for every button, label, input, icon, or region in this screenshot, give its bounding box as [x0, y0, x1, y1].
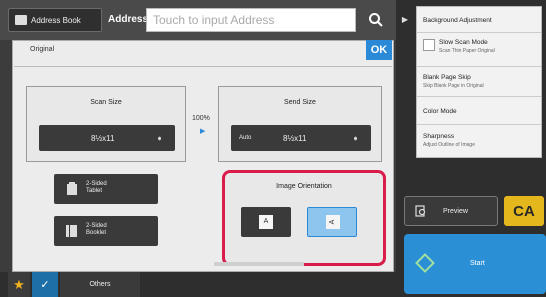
- divider: [14, 66, 392, 67]
- send-size-button[interactable]: Auto 8½x11 ➧: [231, 125, 371, 151]
- setting-background-adjustment[interactable]: Background Adjustment: [417, 7, 541, 33]
- settings-list: Background Adjustment Slow Scan Mode Sca…: [416, 6, 542, 158]
- send-size-auto-label: Auto: [239, 135, 252, 141]
- scan-size-panel: Scan Size 8½x11 ➧: [26, 86, 186, 162]
- two-sided-tablet-label: 2-Sided Tablet: [86, 181, 107, 195]
- address-input[interactable]: Touch to input Address: [146, 8, 356, 32]
- scan-size-button[interactable]: 8½x11 ➧: [39, 125, 175, 151]
- address-book-button[interactable]: Address Book: [8, 8, 102, 32]
- preview-button[interactable]: Preview: [404, 196, 498, 226]
- setting-label: Background Adjustment: [423, 17, 492, 24]
- start-icon: [415, 253, 435, 273]
- orientation-portrait-button[interactable]: A: [241, 207, 291, 237]
- address-label: Address: [108, 14, 149, 25]
- search-button[interactable]: [362, 6, 390, 34]
- preview-label: Preview: [443, 207, 468, 215]
- booklet-icon: [66, 225, 77, 237]
- setting-blank-page-skip[interactable]: Blank Page Skip Skip Blank Page in Origi…: [417, 67, 541, 97]
- search-icon: [369, 13, 383, 27]
- setting-sharpness[interactable]: Sharpness Adjust Outline of Image: [417, 125, 541, 157]
- scan-size-title: Scan Size: [90, 99, 122, 106]
- scroll-indicator: [214, 262, 304, 266]
- arrow-right-icon: ➧: [156, 133, 163, 143]
- setting-sublabel: Adjust Outline of Image: [423, 142, 475, 148]
- start-label: Start: [470, 260, 485, 267]
- arrow-right-icon: ➧: [352, 133, 359, 143]
- dialog-title: Original: [30, 46, 55, 53]
- orientation-landscape-icon: A: [326, 215, 340, 229]
- setting-label: Slow Scan Mode: [439, 39, 488, 46]
- setting-color-mode[interactable]: Color Mode: [417, 97, 541, 125]
- checkmark-icon[interactable]: ✓: [32, 272, 58, 297]
- start-button[interactable]: Start: [404, 234, 546, 294]
- others-button[interactable]: Others: [60, 272, 140, 297]
- setting-label: Sharpness: [423, 133, 455, 140]
- address-book-icon: [15, 15, 27, 25]
- ratio-arrow-icon: ▶: [200, 128, 206, 135]
- orientation-portrait-icon: A: [259, 215, 273, 229]
- preview-icon: [415, 205, 426, 217]
- send-size-title: Send Size: [284, 99, 316, 106]
- setting-sublabel: Skip Blank Page in Original: [423, 83, 484, 89]
- setting-label: Blank Page Skip: [423, 74, 471, 81]
- setting-slow-scan-mode[interactable]: Slow Scan Mode Scan Thin Paper Original: [417, 33, 541, 67]
- orientation-landscape-button[interactable]: A: [307, 207, 357, 237]
- tablet-icon: [67, 182, 77, 195]
- two-sided-booklet-label: 2-Sided Booklet: [86, 223, 107, 237]
- address-book-label: Address Book: [31, 15, 81, 25]
- slow-scan-checkbox[interactable]: [423, 39, 435, 51]
- two-sided-tablet-button[interactable]: 2-Sided Tablet: [54, 174, 158, 204]
- star-icon[interactable]: ★: [8, 272, 30, 297]
- two-sided-booklet-button[interactable]: 2-Sided Booklet: [54, 216, 158, 246]
- image-orientation-title: Image Orientation: [276, 183, 332, 190]
- collapse-panel-icon[interactable]: ▶: [398, 10, 412, 28]
- clear-all-button[interactable]: CA: [504, 196, 544, 226]
- setting-sublabel: Scan Thin Paper Original: [439, 48, 495, 54]
- send-size-value: 8½x11: [283, 133, 307, 143]
- ratio-label: 100%: [192, 115, 210, 122]
- ok-button[interactable]: OK: [366, 40, 392, 60]
- setting-label: Color Mode: [423, 108, 457, 115]
- scan-size-value: 8½x11: [91, 133, 115, 143]
- send-size-panel: Send Size Auto 8½x11 ➧: [218, 86, 382, 162]
- image-orientation-panel: Image Orientation A A: [222, 170, 386, 266]
